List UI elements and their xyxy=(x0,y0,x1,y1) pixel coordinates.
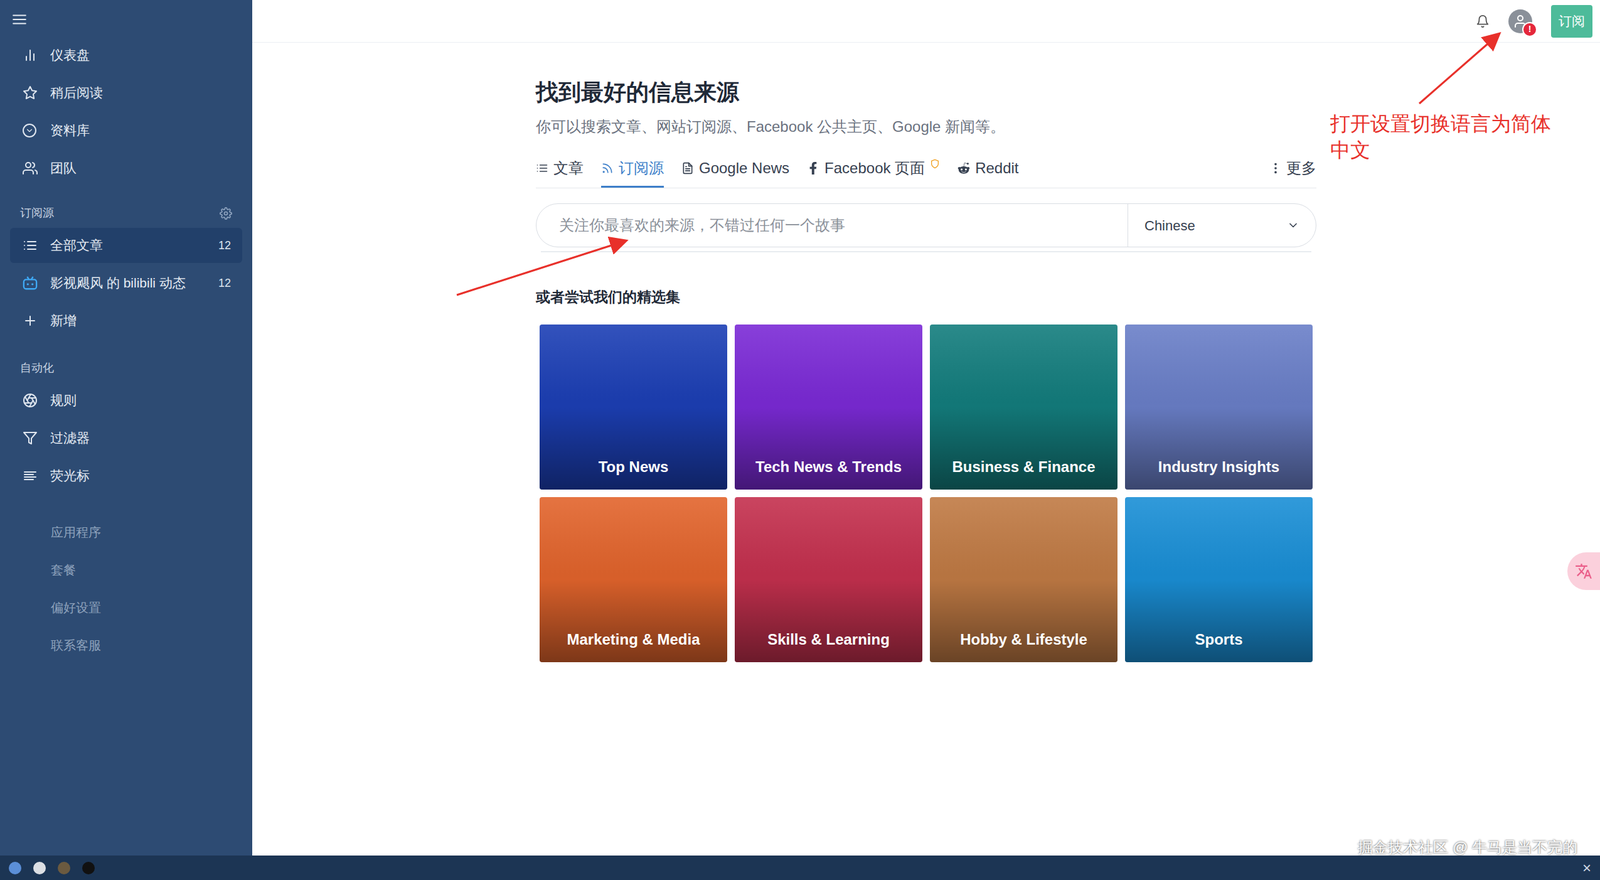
subscribe-button[interactable]: 订阅 xyxy=(1551,5,1593,38)
bottom-bar: × xyxy=(0,855,1600,880)
collections-grid: Top News Tech News & Trends Business & Fin… xyxy=(535,324,1317,662)
translate-icon xyxy=(1574,562,1593,580)
sidebar-link[interactable]: 套餐 xyxy=(0,552,253,588)
dashboard-icon xyxy=(22,47,38,63)
tab[interactable]: 订阅源 xyxy=(601,156,664,188)
sidebar-item[interactable]: 团队 xyxy=(10,150,243,186)
bell-icon[interactable] xyxy=(1475,14,1490,29)
unread-count: 12 xyxy=(218,237,231,255)
sidebar-link[interactable]: 联系客服 xyxy=(0,627,253,663)
menu-icon[interactable] xyxy=(11,11,28,28)
window-dot[interactable] xyxy=(33,861,46,875)
collections-title: 或者尝试我们的精选集 xyxy=(535,286,1317,309)
rules-icon xyxy=(22,392,38,408)
alert-badge: ! xyxy=(1522,21,1538,38)
sidebar-item[interactable]: 荧光标 xyxy=(10,458,243,494)
filter-icon xyxy=(22,430,38,446)
page-subtitle: 你可以搜索文章、网站订阅源、Facebook 公共主页、Google 新闻等。 xyxy=(535,115,1317,139)
chevron-down-icon xyxy=(1286,218,1300,232)
avatar-button[interactable]: ! xyxy=(1508,9,1533,34)
collection-label: Skills & Learning xyxy=(767,628,890,662)
unread-count: 12 xyxy=(218,274,231,292)
section-title: 自动化 xyxy=(20,361,54,374)
articles-icon xyxy=(535,161,549,175)
all-articles-icon xyxy=(22,237,38,253)
team-icon xyxy=(22,160,38,176)
bilibili-icon xyxy=(22,275,38,291)
sidebar-item[interactable]: 过滤器 xyxy=(10,420,243,456)
collection-card[interactable]: Business & Finance xyxy=(929,324,1118,490)
facebook-icon xyxy=(806,161,820,175)
sidebar-link[interactable]: 偏好设置 xyxy=(0,589,253,625)
tab[interactable]: Reddit xyxy=(957,156,1019,188)
feed-item[interactable]: 影视飓风 的 bilibili 动态12 xyxy=(10,265,243,301)
window-dot[interactable] xyxy=(8,861,22,875)
watermark: 掘金技术社区 @ 牛马是当不完的 xyxy=(1357,835,1578,859)
window-dot[interactable] xyxy=(82,861,95,875)
collection-label: Business & Finance xyxy=(951,455,1095,490)
collection-card[interactable]: Industry Insights xyxy=(1125,324,1313,490)
search-box: Chinese xyxy=(535,203,1317,248)
feed-item[interactable]: 新增 xyxy=(10,303,243,339)
collection-card[interactable]: Tech News & Trends xyxy=(734,324,923,490)
annotation-text: 打开设置切换语言为简体中文 xyxy=(1330,110,1569,164)
close-button[interactable]: × xyxy=(1582,856,1592,880)
tab[interactable]: 文章 xyxy=(535,156,584,188)
tab-bar: 文章订阅源 Google News Facebook 页面 Reddit 更多 xyxy=(535,156,1317,189)
sidebar-item[interactable]: 仪表盘 xyxy=(10,37,243,73)
collection-label: Sports xyxy=(1194,628,1243,662)
more-icon xyxy=(1268,161,1283,176)
search-input[interactable] xyxy=(536,213,1128,237)
collection-label: Marketing & Media xyxy=(566,628,700,662)
more-button[interactable]: 更多 xyxy=(1268,156,1317,188)
newspaper-icon xyxy=(681,161,694,175)
collection-card[interactable]: Skills & Learning xyxy=(734,496,923,662)
collection-label: Industry Insights xyxy=(1158,455,1280,490)
tab[interactable]: Google News xyxy=(681,156,790,188)
plus-icon xyxy=(22,313,38,329)
rss-icon xyxy=(601,161,614,175)
sidebar-item[interactable]: 稍后阅读 xyxy=(10,75,243,111)
window-dot[interactable] xyxy=(57,861,71,875)
highlighter-icon xyxy=(22,468,38,484)
collection-card[interactable]: Top News xyxy=(539,324,728,490)
tab[interactable]: Facebook 页面 xyxy=(806,156,940,188)
page-title: 找到最好的信息来源 xyxy=(535,75,1317,110)
sidebar-link[interactable]: 应用程序 xyxy=(0,514,253,550)
collection-label: Tech News & Trends xyxy=(755,455,902,490)
collection-card[interactable]: Marketing & Media xyxy=(539,496,728,662)
gear-icon[interactable] xyxy=(219,207,233,220)
sidebar-item[interactable]: 资料库 xyxy=(10,112,243,149)
app-window: 仪表盘稍后阅读资料库团队订阅源全部文章12影视飓风 的 bilibili 动态1… xyxy=(0,0,1600,880)
feed-item[interactable]: 全部文章12 xyxy=(10,227,243,263)
top-bar: ! 订阅 xyxy=(252,0,1600,43)
collection-card[interactable]: Sports xyxy=(1125,496,1313,662)
language-select[interactable]: Chinese xyxy=(1127,203,1316,247)
premium-shield-icon xyxy=(929,158,940,169)
collection-label: Hobby & Lifestyle xyxy=(960,628,1088,662)
star-icon xyxy=(22,85,38,101)
reddit-icon xyxy=(957,161,971,175)
library-icon xyxy=(22,123,37,138)
collection-label: Top News xyxy=(598,455,669,490)
translate-button[interactable] xyxy=(1567,552,1600,590)
collection-card[interactable]: Hobby & Lifestyle xyxy=(929,496,1118,662)
sidebar-item[interactable]: 规则 xyxy=(10,382,243,418)
sidebar: 仪表盘稍后阅读资料库团队订阅源全部文章12影视飓风 的 bilibili 动态1… xyxy=(0,0,253,856)
section-title: 订阅源 xyxy=(20,204,54,222)
